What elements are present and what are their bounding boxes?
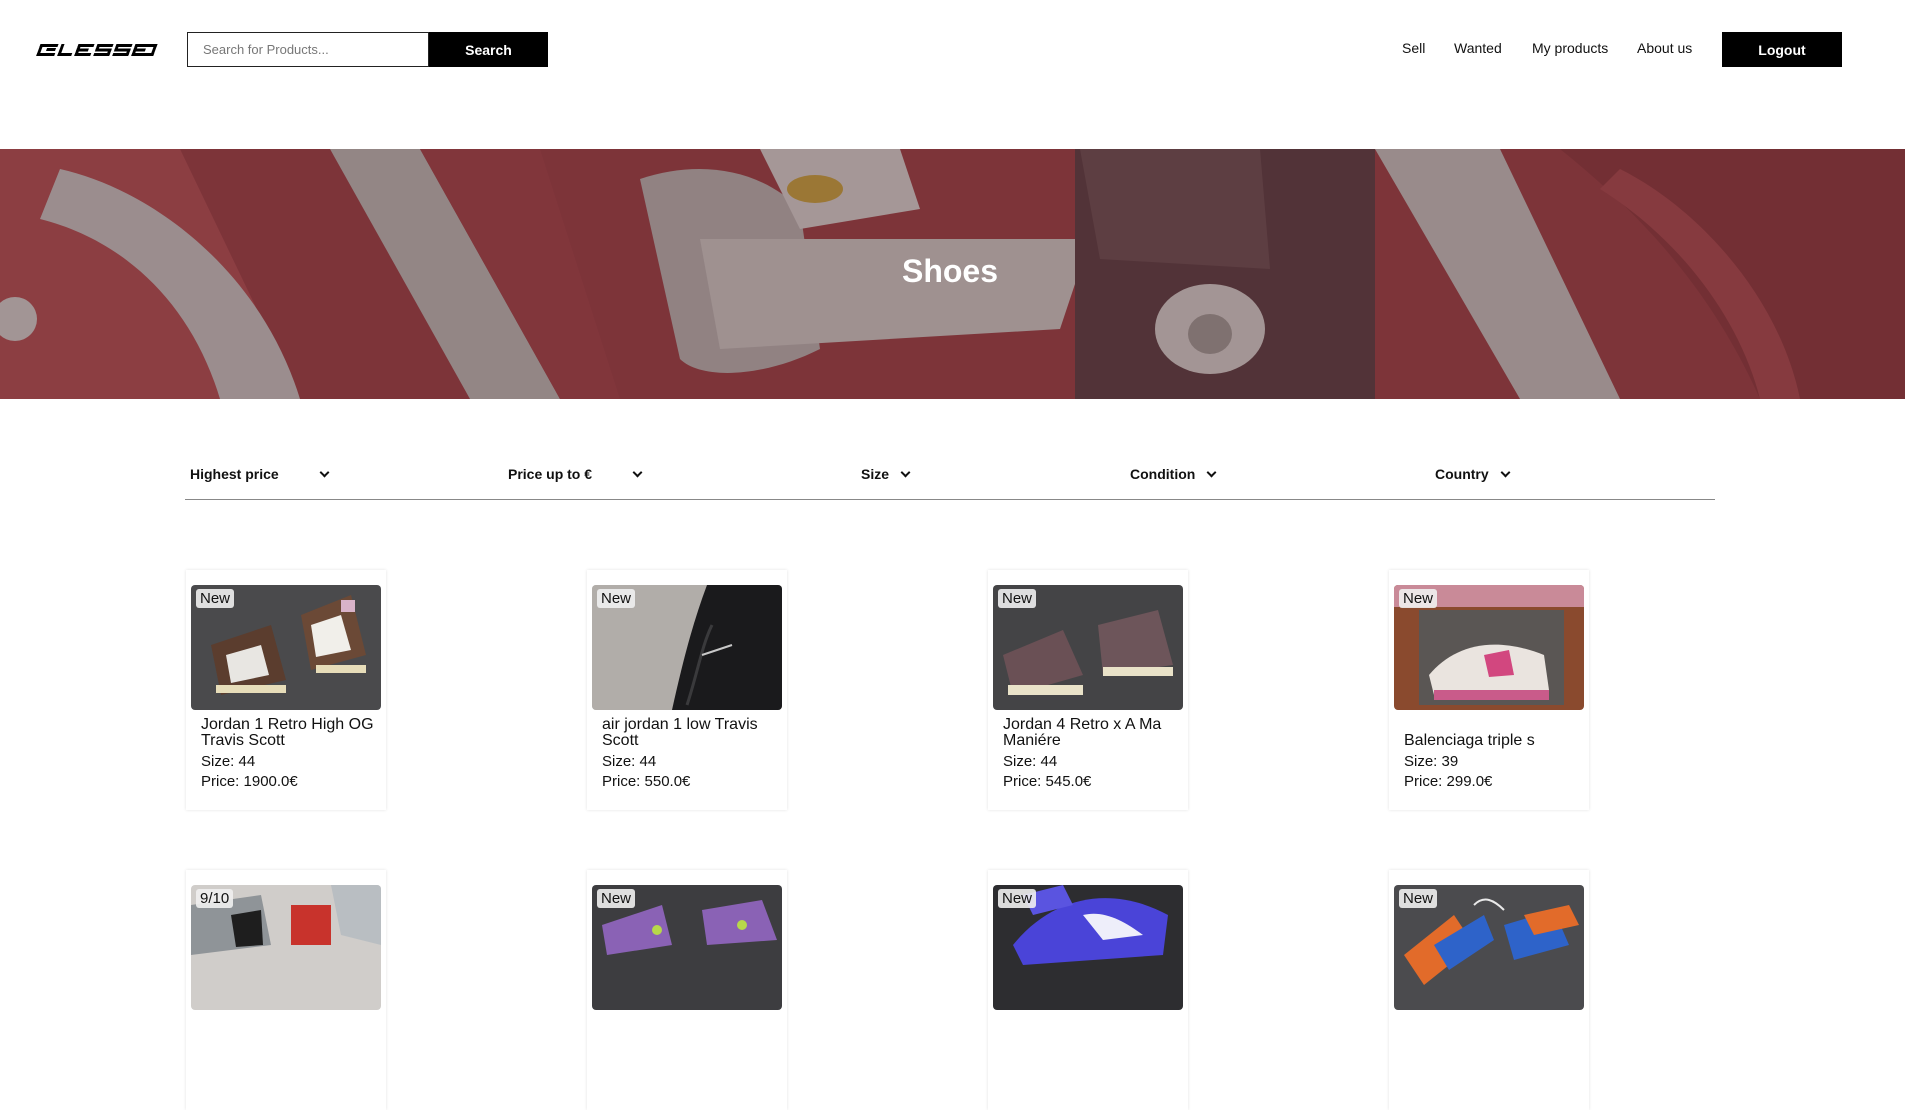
product-image: New <box>592 585 782 710</box>
top-header: Search Sell Wanted My products About us … <box>0 0 1905 100</box>
product-card[interactable]: 9/10 <box>186 870 386 1110</box>
condition-badge: New <box>1399 589 1438 608</box>
filter-label: Price up to € <box>508 466 593 482</box>
product-card[interactable]: New <box>587 870 787 1110</box>
filter-label: Condition <box>1130 466 1196 482</box>
product-image: New <box>1394 585 1584 710</box>
product-name: Balenciaga triple s <box>1404 732 1535 749</box>
product-card[interactable]: New Jordan 4 Retro x A Ma Maniére Size: … <box>988 570 1188 810</box>
page-title: Shoes <box>901 253 999 289</box>
filter-highest-price[interactable]: Highest price <box>190 466 330 482</box>
filter-price-up-to[interactable]: Price up to € <box>508 466 643 482</box>
chevron-down-icon <box>900 467 911 477</box>
product-size: Size: 44 <box>602 753 657 770</box>
filter-label: Highest price <box>190 466 279 482</box>
product-card[interactable]: New <box>1389 870 1589 1110</box>
filter-label: Size <box>861 466 890 482</box>
product-price: Price: 299.0€ <box>1404 773 1493 790</box>
search-button[interactable]: Search <box>429 32 548 67</box>
chevron-down-icon <box>1500 467 1511 477</box>
condition-badge: New <box>597 889 636 908</box>
product-image: New <box>993 585 1183 710</box>
nav-about-us-link[interactable]: About us <box>1637 40 1692 56</box>
nav-my-products-link[interactable]: My products <box>1532 40 1608 56</box>
filter-label: Country <box>1435 466 1489 482</box>
product-card[interactable]: New air jordan 1 low Travis Scott Size: … <box>587 570 787 810</box>
nav-wanted-link[interactable]: Wanted <box>1454 40 1502 56</box>
product-image: New <box>592 885 782 1010</box>
product-card[interactable]: New <box>988 870 1188 1110</box>
product-card[interactable]: New Balenciaga triple s Size: 39 Price: … <box>1389 570 1589 810</box>
product-name: Jordan 4 Retro x A Ma Maniére <box>1003 716 1162 749</box>
hero-banner: Shoes <box>0 149 1905 399</box>
nav-sell-link[interactable]: Sell <box>1402 40 1425 56</box>
blessed-logo[interactable] <box>36 40 160 60</box>
product-name: air jordan 1 low Travis Scott <box>602 716 758 749</box>
logout-button[interactable]: Logout <box>1722 32 1842 67</box>
product-size: Size: 39 <box>1404 753 1459 770</box>
product-image: New <box>1394 885 1584 1010</box>
chevron-down-icon <box>1206 467 1217 477</box>
filter-condition[interactable]: Condition <box>1130 466 1217 482</box>
condition-badge: 9/10 <box>196 889 234 908</box>
product-size: Size: 44 <box>1003 753 1058 770</box>
product-price: Price: 550.0€ <box>602 773 691 790</box>
search-input[interactable] <box>187 32 429 67</box>
product-image: New <box>191 585 381 710</box>
product-image: 9/10 <box>191 885 381 1010</box>
product-price: Price: 1900.0€ <box>201 773 298 790</box>
product-card[interactable]: New Jordan 1 Retro High OG Travis Scott … <box>186 570 386 810</box>
chevron-down-icon <box>319 467 330 477</box>
filter-country[interactable]: Country <box>1435 466 1511 482</box>
filter-size[interactable]: Size <box>861 466 911 482</box>
condition-badge: New <box>998 589 1037 608</box>
filter-divider <box>185 499 1715 500</box>
product-price: Price: 545.0€ <box>1003 773 1092 790</box>
condition-badge: New <box>196 589 235 608</box>
product-name: Jordan 1 Retro High OG Travis Scott <box>201 716 374 749</box>
condition-badge: New <box>998 889 1037 908</box>
chevron-down-icon <box>632 467 643 477</box>
product-image: New <box>993 885 1183 1010</box>
condition-badge: New <box>597 589 636 608</box>
product-size: Size: 44 <box>201 753 256 770</box>
condition-badge: New <box>1399 889 1438 908</box>
